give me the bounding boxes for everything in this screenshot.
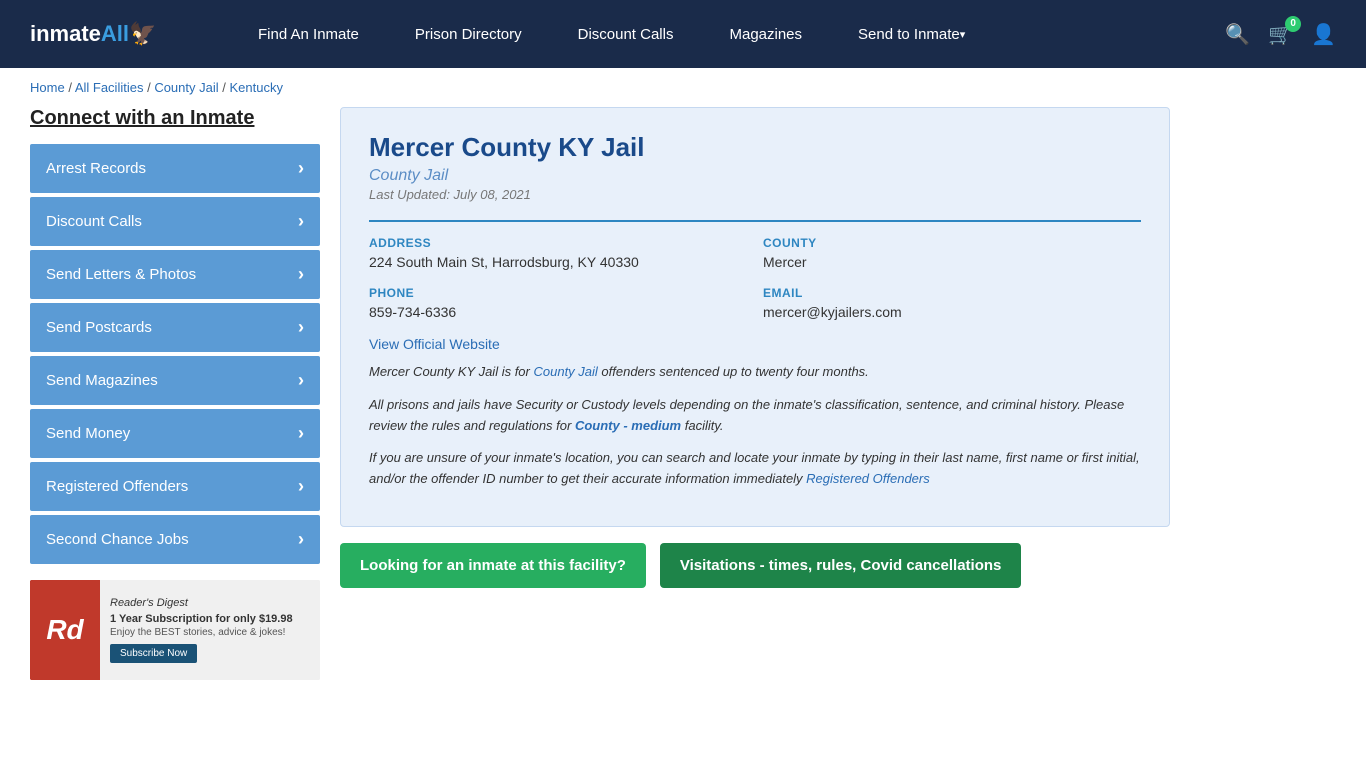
sidebar-item-send-money[interactable]: Send Money › [30, 409, 320, 458]
visitations-button[interactable]: Visitations - times, rules, Covid cancel… [660, 543, 1022, 588]
county-medium-link[interactable]: County - medium [575, 418, 681, 433]
description-para-1: Mercer County KY Jail is for County Jail… [369, 362, 1141, 383]
cart-badge: 0 [1285, 16, 1301, 32]
chevron-right-icon: › [298, 476, 304, 497]
site-header: inmateAll🦅 Find An Inmate Prison Directo… [0, 0, 1366, 68]
facility-card: Mercer County KY Jail County Jail Last U… [340, 107, 1170, 527]
content-area: Mercer County KY Jail County Jail Last U… [340, 107, 1170, 680]
cta-buttons: Looking for an inmate at this facility? … [340, 543, 1170, 588]
nav-magazines[interactable]: Magazines [701, 0, 830, 68]
phone-value: 859-734-6336 [369, 304, 747, 320]
ad-brand: Reader's Digest [110, 597, 310, 609]
county-jail-link[interactable]: County Jail [533, 364, 597, 379]
ad-logo: Rd [46, 614, 83, 646]
facility-updated: Last Updated: July 08, 2021 [369, 187, 1141, 202]
sidebar-item-second-chance-jobs[interactable]: Second Chance Jobs › [30, 515, 320, 564]
chevron-right-icon: › [298, 370, 304, 391]
ad-tagline: 1 Year Subscription for only $19.98 [110, 613, 310, 625]
main-layout: Connect with an Inmate Arrest Records › … [0, 107, 1200, 710]
ad-subscribe-button[interactable]: Subscribe Now [110, 644, 197, 663]
sidebar-item-label: Send Postcards [46, 319, 152, 336]
sidebar-item-discount-calls[interactable]: Discount Calls › [30, 197, 320, 246]
phone-block: PHONE 859-734-6336 [369, 286, 747, 320]
sidebar-item-registered-offenders[interactable]: Registered Offenders › [30, 462, 320, 511]
header-icons: 🔍 🛒 0 👤 [1225, 22, 1336, 47]
nav-prison-directory[interactable]: Prison Directory [387, 0, 550, 68]
description-para-2: All prisons and jails have Security or C… [369, 395, 1141, 437]
description-para-3: If you are unsure of your inmate's locat… [369, 448, 1141, 490]
nav-find-inmate[interactable]: Find An Inmate [230, 0, 387, 68]
chevron-right-icon: › [298, 529, 304, 550]
sidebar: Connect with an Inmate Arrest Records › … [30, 107, 320, 680]
breadcrumb-state[interactable]: Kentucky [229, 80, 282, 95]
sidebar-title: Connect with an Inmate [30, 107, 320, 130]
breadcrumb-county-jail[interactable]: County Jail [154, 80, 218, 95]
sidebar-item-label: Send Magazines [46, 372, 158, 389]
chevron-right-icon: › [298, 211, 304, 232]
description-section: Mercer County KY Jail is for County Jail… [369, 362, 1141, 490]
logo-text: inmateAll🦅 [30, 21, 156, 47]
email-block: EMAIL mercer@kyjailers.com [763, 286, 1141, 320]
facility-info-grid: ADDRESS 224 South Main St, Harrodsburg, … [369, 220, 1141, 320]
sidebar-item-label: Registered Offenders [46, 478, 188, 495]
sidebar-item-label: Send Letters & Photos [46, 266, 196, 283]
phone-label: PHONE [369, 286, 747, 300]
facility-name: Mercer County KY Jail [369, 132, 1141, 163]
sidebar-item-arrest-records[interactable]: Arrest Records › [30, 144, 320, 193]
breadcrumb: Home / All Facilities / County Jail / Ke… [0, 68, 1366, 107]
official-website-link[interactable]: View Official Website [369, 336, 500, 352]
chevron-right-icon: › [298, 423, 304, 444]
main-nav: Find An Inmate Prison Directory Discount… [230, 0, 1225, 68]
address-block: ADDRESS 224 South Main St, Harrodsburg, … [369, 236, 747, 270]
ad-description: Enjoy the BEST stories, advice & jokes! [110, 627, 310, 638]
nav-discount-calls[interactable]: Discount Calls [550, 0, 702, 68]
search-icon[interactable]: 🔍 [1225, 22, 1250, 47]
sidebar-menu: Arrest Records › Discount Calls › Send L… [30, 144, 320, 564]
sidebar-item-label: Second Chance Jobs [46, 531, 189, 548]
breadcrumb-all-facilities[interactable]: All Facilities [75, 80, 144, 95]
address-value: 224 South Main St, Harrodsburg, KY 40330 [369, 254, 747, 270]
nav-send-to-inmate[interactable]: Send to Inmate [830, 0, 993, 68]
user-icon[interactable]: 👤 [1311, 22, 1336, 47]
logo[interactable]: inmateAll🦅 [30, 21, 190, 47]
chevron-right-icon: › [298, 264, 304, 285]
sidebar-item-send-magazines[interactable]: Send Magazines › [30, 356, 320, 405]
county-label: COUNTY [763, 236, 1141, 250]
ad-logo-area: Rd [30, 580, 100, 680]
sidebar-item-send-postcards[interactable]: Send Postcards › [30, 303, 320, 352]
address-label: ADDRESS [369, 236, 747, 250]
county-value: Mercer [763, 254, 1141, 270]
facility-type: County Jail [369, 167, 1141, 185]
sidebar-item-label: Arrest Records [46, 160, 146, 177]
looking-for-inmate-button[interactable]: Looking for an inmate at this facility? [340, 543, 646, 588]
ad-text-area: Reader's Digest 1 Year Subscription for … [100, 580, 320, 680]
breadcrumb-home[interactable]: Home [30, 80, 65, 95]
email-label: EMAIL [763, 286, 1141, 300]
cart-icon[interactable]: 🛒 0 [1268, 22, 1293, 47]
ad-content: Rd Reader's Digest 1 Year Subscription f… [30, 580, 320, 680]
sidebar-item-label: Send Money [46, 425, 130, 442]
email-value: mercer@kyjailers.com [763, 304, 1141, 320]
county-block: COUNTY Mercer [763, 236, 1141, 270]
chevron-right-icon: › [298, 317, 304, 338]
sidebar-ad: Rd Reader's Digest 1 Year Subscription f… [30, 580, 320, 680]
sidebar-item-label: Discount Calls [46, 213, 142, 230]
sidebar-item-send-letters-photos[interactable]: Send Letters & Photos › [30, 250, 320, 299]
registered-offenders-link[interactable]: Registered Offenders [806, 471, 930, 486]
chevron-right-icon: › [298, 158, 304, 179]
